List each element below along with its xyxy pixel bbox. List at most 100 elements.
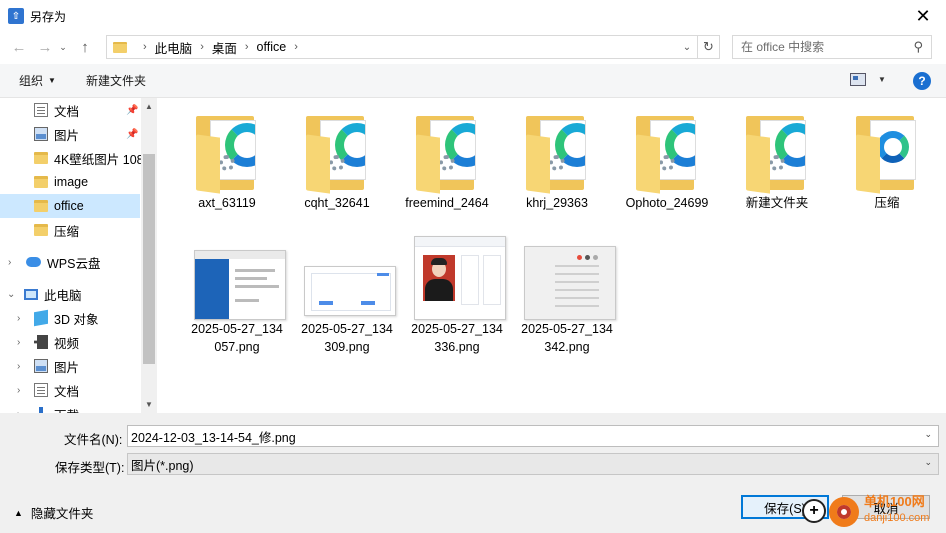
- image-thumbnail: [304, 236, 396, 320]
- image-file-item[interactable]: 2025-05-27_134 057.png: [184, 236, 290, 356]
- forward-button[interactable]: →: [34, 36, 56, 58]
- nav-item-pictures[interactable]: › 图片: [0, 354, 140, 378]
- folder-item[interactable]: 新建文件夹: [724, 110, 830, 212]
- nav-item-compress[interactable]: 压缩: [0, 218, 140, 242]
- close-button[interactable]: ✕: [900, 0, 946, 32]
- command-bar: 组织 ▼ 新建文件夹 ▼ ?: [0, 64, 946, 98]
- filename-label: 文件名(N):: [64, 433, 123, 447]
- breadcrumb-this-pc[interactable]: 此电脑: [155, 38, 193, 57]
- image-file-item[interactable]: 2025-05-27_134 309.png: [294, 236, 400, 356]
- nav-item-this-pc[interactable]: ⌄ 此电脑: [0, 282, 140, 306]
- nav-item-documents[interactable]: 文档 📌: [0, 98, 140, 122]
- nav-item-pictures-quick[interactable]: 图片 📌: [0, 122, 140, 146]
- plus-icon: +: [802, 499, 826, 523]
- 3d-objects-icon: [34, 309, 48, 327]
- caret-down-icon: ▼: [878, 75, 886, 84]
- nav-item-4k-wallpaper[interactable]: 4K壁纸图片 108: [0, 146, 144, 170]
- collapse-icon[interactable]: ⌄: [7, 289, 15, 300]
- folder-thumbnail: [742, 110, 812, 194]
- search-input[interactable]: [741, 40, 911, 54]
- folder-name: freemind_2464: [405, 196, 489, 210]
- organize-button[interactable]: 组织 ▼: [19, 72, 56, 89]
- folder-item[interactable]: axt_63119: [174, 110, 280, 212]
- chevron-right-icon: ›: [244, 41, 249, 53]
- folder-item[interactable]: 压缩: [834, 110, 940, 212]
- nav-item-label: 压缩: [54, 224, 80, 239]
- new-folder-button[interactable]: 新建文件夹: [86, 72, 146, 89]
- folder-item[interactable]: cqht_32641: [284, 110, 390, 212]
- nav-item-label: image: [54, 175, 89, 189]
- image-file-item[interactable]: 2025-05-27_134 336.png: [404, 236, 510, 356]
- nav-item-office[interactable]: office: [0, 194, 140, 218]
- nav-item-label: office: [54, 199, 84, 213]
- expand-icon[interactable]: ›: [17, 337, 20, 348]
- folder-thumbnail: [192, 110, 262, 194]
- nav-item-label: 4K壁纸图片 108: [54, 152, 144, 167]
- chevron-down-icon[interactable]: ⌄: [924, 429, 932, 440]
- nav-item-documents-pc[interactable]: › 文档: [0, 378, 140, 402]
- address-bar[interactable]: › 此电脑 › 桌面 › office › ⌄ ↻: [106, 35, 720, 59]
- breadcrumb-desktop[interactable]: 桌面: [212, 38, 237, 57]
- folder-name: khrj_29363: [526, 196, 588, 210]
- hide-folders-toggle[interactable]: ▲ 隐藏文件夹: [14, 503, 93, 522]
- chevron-right-icon: ›: [200, 41, 204, 53]
- pictures-icon: [34, 127, 48, 141]
- address-dropdown-button[interactable]: ⌄: [677, 42, 697, 53]
- folder-thumbnail: [412, 110, 482, 194]
- image-file-name: 2025-05-27_134 309.png: [301, 322, 393, 354]
- nav-item-videos[interactable]: › 视频: [0, 330, 140, 354]
- caret-up-icon: ▲: [14, 507, 23, 518]
- file-list: axt_63119 cqht_32641 freemind_2464 khrj_…: [158, 98, 946, 413]
- image-file-name: 2025-05-27_134 057.png: [191, 322, 283, 354]
- nav-item-label: 3D 对象: [54, 312, 99, 327]
- image-file-item[interactable]: 2025-05-27_134 342.png: [514, 236, 620, 356]
- navigation-pane: 文档 📌 图片 📌 4K壁纸图片 108 image office 压缩 › W…: [0, 98, 157, 413]
- folder-item[interactable]: Ophoto_24699: [614, 110, 720, 212]
- document-icon: [34, 103, 48, 117]
- scrollbar-thumb[interactable]: [143, 154, 155, 364]
- nav-item-downloads[interactable]: › 下载: [0, 402, 140, 413]
- change-view-button[interactable]: ▼: [850, 73, 886, 86]
- nav-item-label: 文档: [54, 384, 80, 399]
- chevron-down-icon: ⌄: [924, 457, 932, 467]
- folder-name: Ophoto_24699: [625, 196, 709, 210]
- folder-item[interactable]: khrj_29363: [504, 110, 610, 212]
- pin-icon: 📌: [126, 128, 139, 140]
- breadcrumb-office[interactable]: office: [257, 40, 287, 54]
- document-icon: [34, 383, 48, 397]
- expand-icon[interactable]: ›: [8, 257, 11, 268]
- organize-label: 组织: [19, 74, 44, 88]
- back-button[interactable]: ←: [8, 36, 30, 58]
- nav-item-wps-cloud[interactable]: › WPS云盘: [0, 250, 140, 274]
- caret-down-icon: ▼: [48, 76, 56, 85]
- arrow-up-icon: ↑: [81, 38, 89, 56]
- up-button[interactable]: ↑: [74, 36, 96, 58]
- watermark-circle-icon: [829, 497, 859, 527]
- hide-folders-label: 隐藏文件夹: [30, 507, 94, 521]
- nav-item-label: 下载: [54, 405, 79, 414]
- watermark-url: danji100.com: [864, 512, 930, 524]
- refresh-button[interactable]: ↻: [697, 36, 719, 58]
- image-file-name: 2025-05-27_134 342.png: [521, 322, 613, 354]
- filetype-select[interactable]: 图片(*.png) ⌄: [127, 453, 939, 475]
- arrow-left-icon: ←: [11, 38, 27, 56]
- nav-item-label: 视频: [54, 336, 80, 351]
- expand-icon[interactable]: ›: [17, 361, 20, 372]
- expand-icon[interactable]: ›: [17, 385, 20, 396]
- recent-locations-button[interactable]: ⌄: [56, 36, 70, 58]
- navigation-row: ← → ⌄ ↑ › 此电脑 › 桌面 › office › ⌄ ↻ ⚲: [0, 32, 946, 62]
- nav-scrollbar[interactable]: ▲ ▼: [141, 98, 157, 413]
- scroll-down-icon[interactable]: ▼: [141, 400, 157, 409]
- expand-icon[interactable]: ›: [17, 313, 20, 324]
- nav-item-3d-objects[interactable]: › 3D 对象: [0, 306, 140, 330]
- search-icon[interactable]: ⚲: [913, 39, 923, 55]
- folder-name: 压缩: [874, 196, 900, 210]
- filename-value: 2024-12-03_13-14-54_修.png: [131, 430, 296, 445]
- nav-item-image[interactable]: image: [0, 170, 140, 194]
- folder-icon: [34, 176, 48, 188]
- folder-item[interactable]: freemind_2464: [394, 110, 500, 212]
- view-icon: [850, 73, 866, 86]
- filename-input[interactable]: 2024-12-03_13-14-54_修.png ⌄: [127, 425, 939, 447]
- scroll-up-icon[interactable]: ▲: [141, 102, 157, 111]
- help-button[interactable]: ?: [913, 72, 931, 90]
